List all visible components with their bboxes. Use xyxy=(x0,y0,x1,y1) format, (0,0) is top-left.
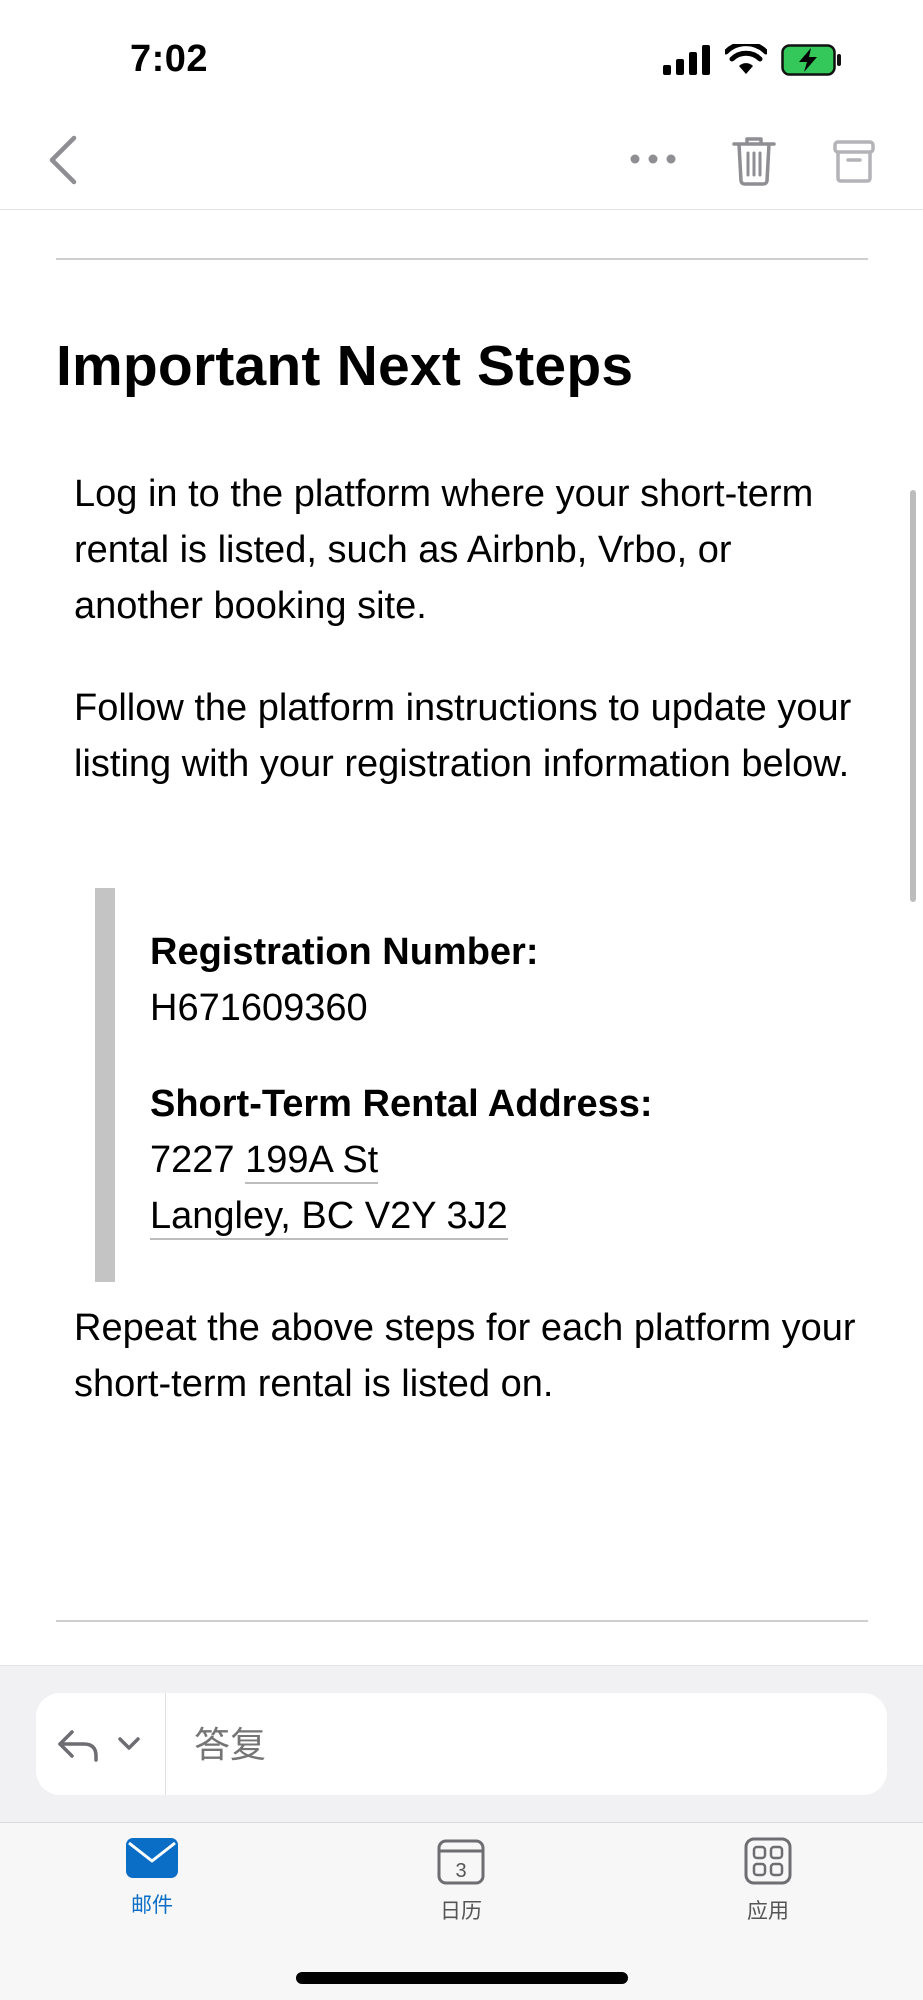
calendar-icon: 3 xyxy=(437,1839,485,1885)
instruction-paragraph-1: Log in to the platform where your short-… xyxy=(74,473,814,627)
instruction-paragraph-2: Follow the platform instructions to upda… xyxy=(74,687,852,785)
home-indicator[interactable] xyxy=(296,1972,628,1984)
status-bar: 7:02 xyxy=(0,0,923,110)
registration-number: H671609360 xyxy=(150,987,368,1029)
reply-input[interactable] xyxy=(194,1721,794,1769)
status-icons xyxy=(663,44,843,76)
apps-grid-icon xyxy=(744,1837,792,1885)
mail-toolbar xyxy=(0,110,923,210)
battery-charging-icon xyxy=(781,44,841,76)
mail-icon xyxy=(126,1838,178,1878)
reply-arrow-icon xyxy=(58,1730,98,1762)
address-label: Short-Term Rental Address: xyxy=(150,1083,653,1125)
calendar-badge: 3 xyxy=(455,1860,466,1882)
scrollbar[interactable] xyxy=(910,490,916,902)
address-line-1: 7227 199A St xyxy=(150,1132,379,1188)
tab-apps-label: 应用 xyxy=(747,1899,789,1923)
reply-bar xyxy=(0,1665,923,1822)
tab-calendar-label: 日历 xyxy=(440,1899,482,1923)
email-heading: Important Next Steps xyxy=(56,334,634,398)
divider-top xyxy=(56,258,868,260)
reply-box xyxy=(36,1693,887,1795)
address-street-number: 7227 xyxy=(150,1139,235,1181)
address-city-link[interactable]: Langley, BC V2Y 3J2 xyxy=(150,1195,508,1240)
message-body: Important Next Steps Log in to the platf… xyxy=(0,210,923,1665)
tab-mail[interactable]: 邮件 xyxy=(72,1837,232,1937)
archive-icon[interactable] xyxy=(830,134,878,186)
tab-calendar[interactable]: 3 日历 xyxy=(381,1837,541,1937)
quote-bar xyxy=(95,888,115,1282)
registration-label: Registration Number: xyxy=(150,931,539,973)
status-time: 7:02 xyxy=(130,38,209,80)
trash-icon[interactable] xyxy=(730,134,778,186)
tab-apps[interactable]: 应用 xyxy=(688,1837,848,1937)
reply-options-button[interactable] xyxy=(36,1693,166,1795)
wifi-icon xyxy=(725,44,767,74)
tab-mail-label: 邮件 xyxy=(131,1893,173,1917)
chevron-left-icon[interactable] xyxy=(44,134,84,186)
divider-bottom xyxy=(56,1620,868,1622)
instruction-paragraph-3: Repeat the above steps for each platform… xyxy=(74,1307,856,1405)
signal-icon xyxy=(663,45,710,75)
address-street-link[interactable]: 199A St xyxy=(245,1139,379,1184)
chevron-down-icon xyxy=(118,1737,140,1750)
address-line-2[interactable]: Langley, BC V2Y 3J2 xyxy=(150,1188,508,1244)
more-icon[interactable] xyxy=(628,144,678,174)
